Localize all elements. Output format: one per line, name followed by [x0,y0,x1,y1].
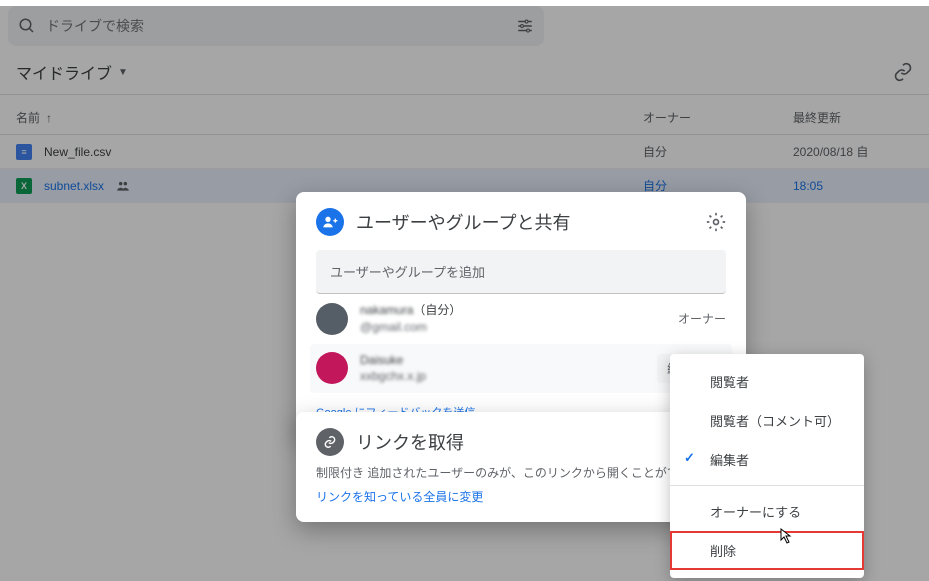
role-menu: 閲覧者 閲覧者（コメント可） 編集者 オーナーにする 削除 [670,354,864,578]
person-name: Daisuke [360,352,645,369]
avatar [316,352,348,384]
person-row: nakamura（自分） @gmail.com オーナー [316,294,726,344]
gear-icon[interactable] [706,212,726,232]
change-link-access[interactable]: リンクを知っている全員に変更 [316,488,483,505]
link-title: リンクを取得 [356,429,464,455]
menu-make-owner[interactable]: オーナーにする [670,492,864,531]
person-name: nakamura [360,303,413,317]
menu-divider [670,485,864,486]
add-people-input[interactable]: ユーザーやグループを追加 [316,250,726,294]
menu-remove[interactable]: 削除 [670,531,864,570]
share-title: ユーザーやグループと共有 [356,209,571,235]
person-email: xxbgchx.x.jp [360,368,645,385]
person-role: オーナー [678,310,726,327]
menu-commenter[interactable]: 閲覧者（コメント可） [670,401,864,440]
link-icon [316,428,344,456]
person-row: Daisuke xxbgchx.x.jp 編集者 ▼ [310,344,732,394]
menu-viewer[interactable]: 閲覧者 [670,362,864,401]
menu-editor[interactable]: 編集者 [670,440,864,479]
person-email: @gmail.com [360,319,666,336]
people-icon [316,208,344,236]
avatar [316,303,348,335]
link-desc: 制限付き 追加されたユーザーのみが、このリンクから開くことができます [316,464,726,482]
cursor-icon [776,528,792,546]
